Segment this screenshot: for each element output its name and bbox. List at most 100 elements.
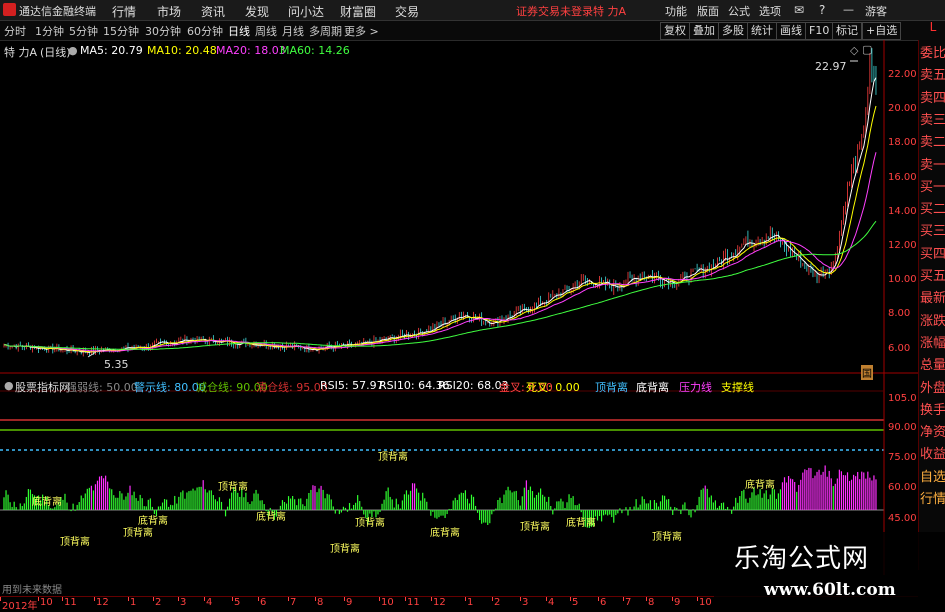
menu-trade[interactable]: 交易 bbox=[395, 3, 419, 20]
side-panel-item[interactable]: 换手 bbox=[920, 399, 945, 418]
date-axis-tick: 4 bbox=[548, 597, 555, 608]
side-panel-item[interactable]: 卖四 bbox=[920, 87, 945, 106]
mark-button[interactable]: 标记 bbox=[832, 22, 862, 40]
indicator-axis-tick: 90.00 bbox=[888, 422, 917, 433]
menu-market[interactable]: 市场 bbox=[157, 3, 181, 20]
side-panel-item[interactable]: 净资 bbox=[920, 421, 945, 440]
menu-discover[interactable]: 发现 bbox=[245, 3, 269, 20]
period-tab[interactable]: 1分钟 bbox=[35, 23, 64, 39]
future-data-note: 用到未来数据 bbox=[2, 585, 62, 596]
date-axis-tick: 12 bbox=[433, 597, 446, 608]
menu-wealth[interactable]: 财富圈 bbox=[340, 3, 376, 20]
side-panel-item[interactable]: 卖二 bbox=[920, 131, 945, 150]
chart-area[interactable]: 特 力A (日线) ● MA5: 20.79 MA10: 20.48 MA20:… bbox=[0, 40, 918, 596]
kline-group bbox=[3, 48, 877, 358]
chart-svg[interactable] bbox=[0, 40, 918, 575]
indicator-legend-item: 清仓线: 95.00 bbox=[256, 381, 328, 394]
period-tab[interactable]: 多周期 bbox=[309, 23, 342, 39]
date-axis-tick: 10 bbox=[40, 597, 53, 608]
message-icon[interactable]: ✉ bbox=[794, 3, 804, 17]
date-axis-mark bbox=[465, 597, 466, 601]
side-panel-item[interactable]: 最新 bbox=[920, 287, 945, 306]
minimize-icon[interactable]: — bbox=[843, 3, 854, 16]
menu-layout[interactable]: 版面 bbox=[697, 3, 719, 19]
date-axis-tick: 8 bbox=[648, 597, 655, 608]
trade-login-warning[interactable]: 证券交易未登录 bbox=[516, 3, 593, 19]
date-axis-mark bbox=[62, 597, 63, 601]
date-axis-mark bbox=[379, 597, 380, 601]
date-axis-tick: 2 bbox=[494, 597, 501, 608]
side-panel-item[interactable]: 卖三 bbox=[920, 109, 945, 128]
menu-quotes[interactable]: 行情 bbox=[112, 3, 136, 20]
side-panel-item[interactable]: 买二 bbox=[920, 198, 945, 217]
menu-news[interactable]: 资讯 bbox=[201, 3, 225, 20]
statistics-button[interactable]: 统计 bbox=[747, 22, 777, 40]
menu-options[interactable]: 选项 bbox=[759, 3, 781, 19]
ma60-label: MA60: 14.26 bbox=[280, 44, 350, 57]
multi-stock-button[interactable]: 多股 bbox=[718, 22, 748, 40]
date-axis-mark bbox=[520, 597, 521, 601]
date-axis-tick: 3 bbox=[180, 597, 187, 608]
menu-function[interactable]: 功能 bbox=[665, 3, 687, 19]
side-panel-item[interactable]: 买五 bbox=[920, 265, 945, 284]
side-panel-item[interactable]: 自选 bbox=[920, 466, 945, 485]
f10-button[interactable]: F10 bbox=[805, 22, 834, 40]
indicator-legend-item: 压力线 bbox=[679, 381, 712, 394]
period-tab[interactable]: 月线 bbox=[282, 23, 304, 39]
help-icon[interactable]: ? bbox=[819, 3, 825, 17]
date-axis-tick: 2012年 bbox=[2, 601, 38, 612]
period-bar: 分时 1分钟 5分钟 15分钟 30分钟 60分钟 日线 周线 月线 多周期 更… bbox=[0, 21, 945, 41]
date-axis-tick: 2 bbox=[155, 597, 162, 608]
chart-cycle: (日线) bbox=[40, 46, 71, 59]
side-panel-item[interactable]: 收益 bbox=[920, 443, 945, 462]
indicator-settings-icon[interactable]: ● bbox=[4, 379, 14, 392]
side-panel-item[interactable]: 买三 bbox=[920, 220, 945, 239]
period-tab[interactable]: 5分钟 bbox=[69, 23, 98, 39]
settings-dot-icon[interactable]: ● bbox=[68, 44, 78, 57]
side-panel-item[interactable]: 外盘 bbox=[920, 377, 945, 396]
period-tab[interactable]: 分时 bbox=[4, 23, 26, 39]
date-axis-tick: 1 bbox=[467, 597, 474, 608]
side-panel-item[interactable]: 卖五 bbox=[920, 64, 945, 83]
side-panel-item[interactable]: 涨跌 bbox=[920, 310, 945, 329]
date-axis-mark bbox=[128, 597, 129, 601]
period-tab[interactable]: 15分钟 bbox=[103, 23, 139, 39]
quote-side-panel: L 委比 卖五 卖四 卖三 卖二 卖一 买一 买二 买三 买四 买五 最新 涨跌 涨幅 总量 外盘 换手 净资 收益… bbox=[918, 20, 945, 570]
divergence-label: 顶背离 bbox=[652, 532, 682, 543]
price-axis-tick: 14.00 bbox=[888, 206, 917, 217]
low-price-label: 5.35 bbox=[104, 358, 129, 371]
side-panel-item[interactable]: 总量 bbox=[920, 354, 945, 373]
date-axis-tick: 6 bbox=[260, 597, 267, 608]
overlay-button[interactable]: 叠加 bbox=[689, 22, 719, 40]
menu-ask[interactable]: 问小达 bbox=[288, 3, 324, 20]
side-panel-item[interactable]: 涨幅 bbox=[920, 332, 945, 351]
high-price-label: 22.97 bbox=[815, 60, 847, 73]
side-panel-item[interactable]: 行情 bbox=[920, 488, 945, 507]
period-tab-daily[interactable]: 日线 bbox=[228, 23, 250, 39]
draw-line-button[interactable]: 画线 bbox=[776, 22, 806, 40]
price-axis-tick: 20.00 bbox=[888, 103, 917, 114]
date-axis-tick: 3 bbox=[522, 597, 529, 608]
diamond-icon[interactable]: ◇ bbox=[850, 44, 858, 57]
window-restore-icon[interactable]: ▢ bbox=[862, 43, 872, 56]
date-axis-tick: 10 bbox=[381, 597, 394, 608]
price-axis-tick: 10.00 bbox=[888, 274, 917, 285]
period-tab[interactable]: 30分钟 bbox=[145, 23, 181, 39]
side-panel-item[interactable]: 委比 bbox=[920, 42, 945, 61]
menu-formula[interactable]: 公式 bbox=[728, 3, 750, 19]
add-favorite-button[interactable]: +自选 bbox=[862, 22, 902, 40]
period-tab[interactable]: 周线 bbox=[255, 23, 277, 39]
period-more[interactable]: 更多 > bbox=[344, 23, 379, 39]
price-axis-tick: 6.00 bbox=[888, 343, 911, 354]
title-bar: 通达信金融终端 行情 市场 资讯 发现 问小达 财富圈 交易 证券交易未登录 特… bbox=[0, 0, 945, 21]
side-panel-item[interactable]: 买四 bbox=[920, 243, 945, 262]
side-panel-item[interactable]: 卖一 bbox=[920, 154, 945, 173]
divergence-label: 底背离 bbox=[430, 528, 460, 539]
indicator-group bbox=[0, 419, 884, 528]
period-tab[interactable]: 60分钟 bbox=[187, 23, 223, 39]
side-panel-item[interactable]: 买一 bbox=[920, 176, 945, 195]
adjust-button[interactable]: 复权 bbox=[660, 22, 690, 40]
date-axis-tick: 7 bbox=[290, 597, 297, 608]
guest-button[interactable]: 游客 bbox=[865, 3, 887, 19]
date-axis-mark bbox=[258, 597, 259, 601]
